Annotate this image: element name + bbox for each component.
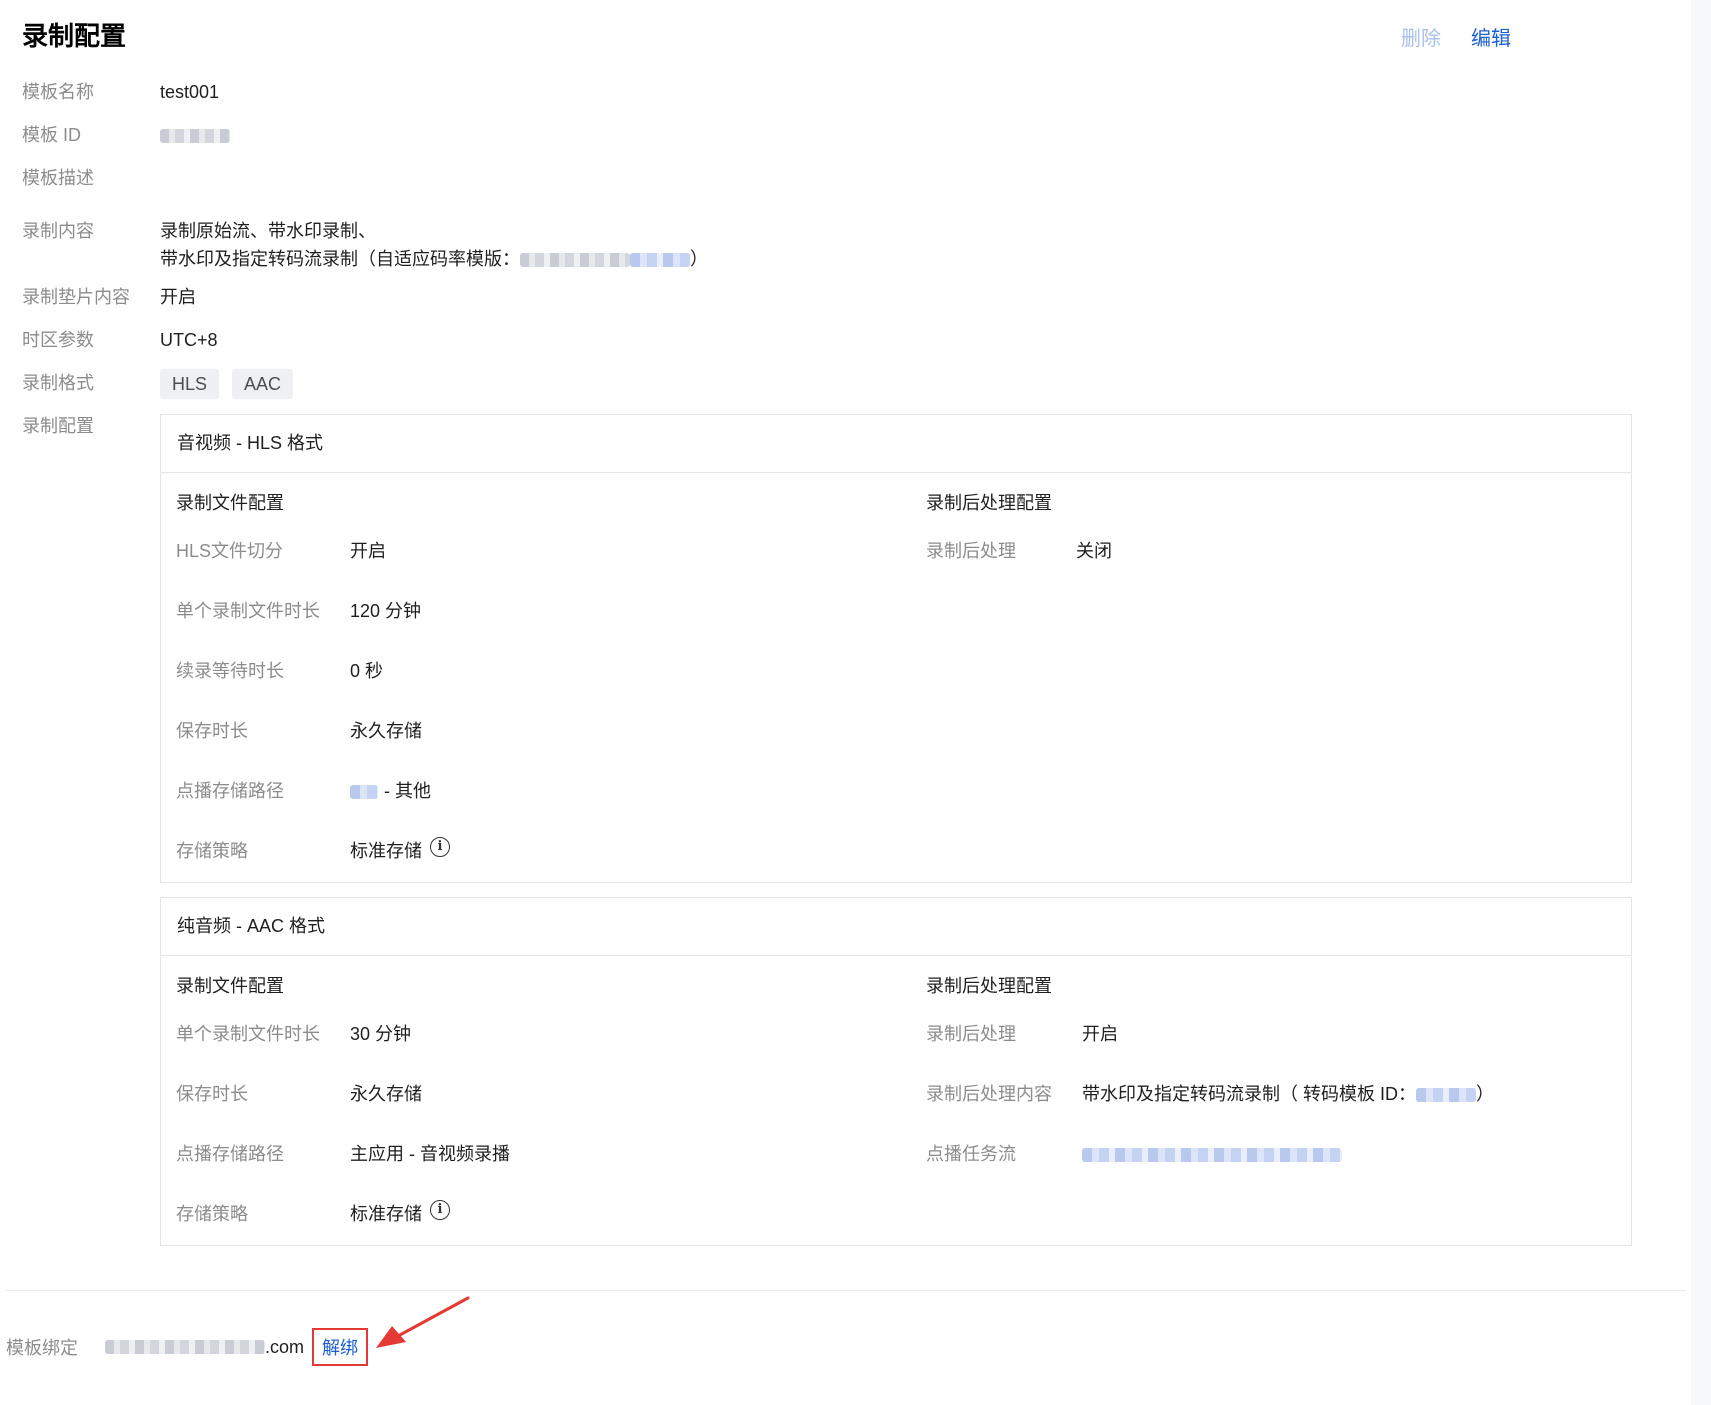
hls-config-box: 音视频 - HLS 格式 录制文件配置 录制后处理配置 HLS文件切分 开启 单个… xyxy=(160,414,1632,883)
aac-keep-value: 永久存储 xyxy=(350,1084,422,1104)
record-content-line1: 录制原始流、带水印录制、 xyxy=(160,221,376,241)
hls-post-value: 关闭 xyxy=(1076,541,1112,561)
aac-file-config-title: 录制文件配置 xyxy=(176,976,284,996)
info-icon[interactable]: i xyxy=(430,1200,450,1220)
aac-box-header: 纯音频 - AAC 格式 xyxy=(161,898,1631,956)
template-id-row: 模板 ID xyxy=(22,121,230,149)
template-binding-label: 模板绑定 xyxy=(6,1338,78,1358)
hls-path-link[interactable]: - 其他 xyxy=(350,777,431,805)
bound-domain-suffix: .com xyxy=(265,1336,305,1357)
hls-duration-value: 120 分钟 xyxy=(350,601,422,621)
hls-path-label: 点播存储路径 xyxy=(176,781,284,801)
hls-file-config-title: 录制文件配置 xyxy=(176,493,284,513)
annotation-arrow-icon xyxy=(376,1296,470,1348)
timezone-value: UTC+8 xyxy=(160,330,218,350)
aac-post-content-suffix: ） xyxy=(1476,1084,1495,1104)
aac-post-label: 录制后处理 xyxy=(926,1024,1016,1044)
template-desc-label: 模板描述 xyxy=(22,168,94,188)
template-name-label: 模板名称 xyxy=(22,82,94,102)
edit-button[interactable]: 编辑 xyxy=(1471,22,1511,51)
template-desc-row: 模板描述 xyxy=(22,164,160,192)
template-id-value-redacted xyxy=(160,129,230,144)
aac-post-content-label: 录制后处理内容 xyxy=(926,1084,1052,1104)
format-label: 录制格式 xyxy=(22,373,94,393)
slate-value: 开启 xyxy=(160,287,196,307)
aac-policy-label: 存储策略 xyxy=(176,1204,248,1224)
adaptive-template-link-redacted xyxy=(630,253,690,268)
aac-post-content-value: 带水印及指定转码流录制（ 转码模板 ID： xyxy=(1082,1084,1417,1104)
slate-label: 录制垫片内容 xyxy=(22,287,130,307)
hls-post-label: 录制后处理 xyxy=(926,541,1016,561)
aac-duration-value: 30 分钟 xyxy=(350,1024,412,1044)
record-content-line2: 带水印及指定转码流录制（自适应码率模版： xyxy=(160,249,520,269)
template-binding-row: 模板绑定 .com 解绑 xyxy=(6,1328,369,1366)
hls-box-header: 音视频 - HLS 格式 xyxy=(161,415,1631,473)
hls-post-config-title: 录制后处理配置 xyxy=(926,493,1052,513)
aac-task-label: 点播任务流 xyxy=(926,1144,1016,1164)
hls-keep-label: 保存时长 xyxy=(176,721,248,741)
top-actions: 删除 编辑 xyxy=(1401,22,1511,51)
slate-row: 录制垫片内容 开启 xyxy=(22,283,196,311)
aac-keep-label: 保存时长 xyxy=(176,1084,248,1104)
hls-wait-value: 0 秒 xyxy=(350,661,384,681)
timezone-row: 时区参数 UTC+8 xyxy=(22,326,218,354)
hls-duration-label: 单个录制文件时长 xyxy=(176,601,320,621)
template-id-label: 模板 ID xyxy=(22,125,82,145)
bound-domain-redacted xyxy=(105,1340,265,1354)
hls-keep-value: 永久存储 xyxy=(350,721,422,741)
format-row: 录制格式 HLS AAC xyxy=(22,369,301,399)
info-icon[interactable]: i xyxy=(430,837,450,857)
format-tag-aac: AAC xyxy=(232,369,294,399)
delete-button[interactable]: 删除 xyxy=(1401,22,1441,51)
record-content-label: 录制内容 xyxy=(22,221,94,241)
hls-policy-label: 存储策略 xyxy=(176,841,248,861)
record-content-row: 录制内容 录制原始流、带水印录制、 带水印及指定转码流录制（自适应码率模版： ） xyxy=(22,217,708,273)
scrollbar-track[interactable] xyxy=(1691,0,1711,1405)
aac-path-link[interactable]: 主应用 - 音视频录播 xyxy=(350,1140,510,1168)
record-config-row: 录制配置 xyxy=(22,412,160,440)
template-name-value: test001 xyxy=(160,82,220,102)
record-content-line2-suffix: ） xyxy=(690,249,708,269)
timezone-label: 时区参数 xyxy=(22,330,94,350)
page-title: 录制配置 xyxy=(22,21,127,51)
hls-policy-value: 标准存储 xyxy=(350,841,422,861)
hls-wait-label: 续录等待时长 xyxy=(176,661,284,681)
task-flow-link-redacted[interactable] xyxy=(1082,1148,1342,1163)
adaptive-template-redacted xyxy=(520,253,630,268)
aac-policy-value: 标准存储 xyxy=(350,1204,422,1224)
record-config-label: 录制配置 xyxy=(22,416,94,436)
aac-post-config-title: 录制后处理配置 xyxy=(926,976,1052,996)
format-tag-hls: HLS xyxy=(160,369,220,399)
hls-path-value: - 其他 xyxy=(384,781,431,801)
hls-path-app-redacted xyxy=(350,785,378,800)
unbind-button[interactable]: 解绑 xyxy=(312,1328,369,1366)
aac-config-box: 纯音频 - AAC 格式 录制文件配置 录制后处理配置 单个录制文件时长 30 分… xyxy=(160,897,1632,1246)
template-name-row: 模板名称 test001 xyxy=(22,78,219,106)
aac-duration-label: 单个录制文件时长 xyxy=(176,1024,320,1044)
transcode-template-id-redacted xyxy=(1416,1088,1477,1103)
hls-slice-label: HLS文件切分 xyxy=(176,541,284,561)
section-divider xyxy=(6,1290,1686,1291)
hls-slice-value: 开启 xyxy=(350,541,386,561)
aac-post-value: 开启 xyxy=(1082,1024,1118,1044)
aac-path-label: 点播存储路径 xyxy=(176,1144,284,1164)
